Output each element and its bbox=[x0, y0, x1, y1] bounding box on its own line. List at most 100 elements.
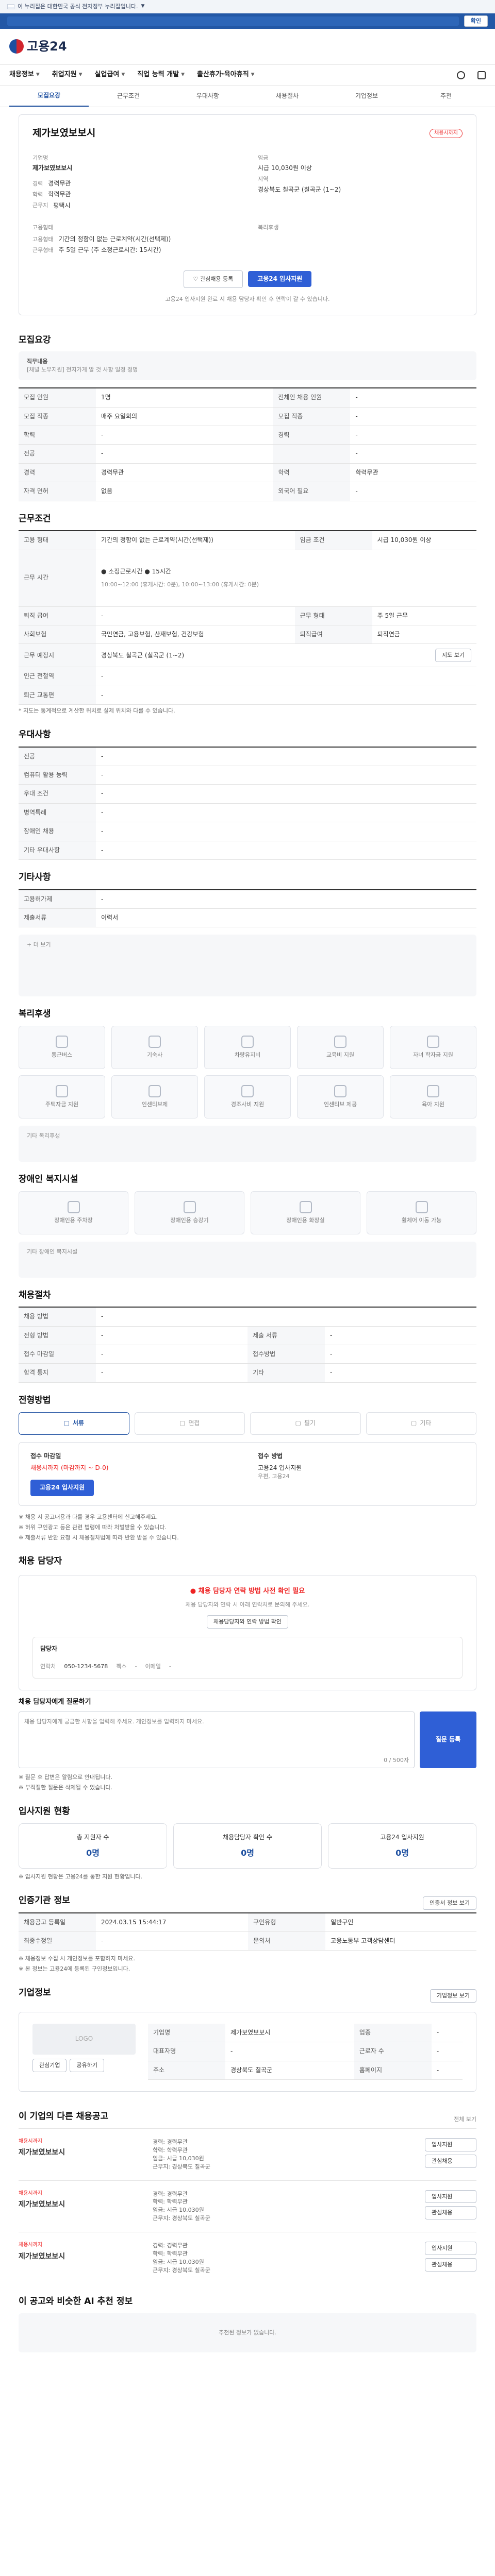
stat-total: 총 지원자 수 0명 bbox=[19, 1823, 167, 1869]
facility-label: 장애인용 주차장 bbox=[54, 1216, 93, 1224]
related-fav-button[interactable]: 관심채용 bbox=[425, 2258, 476, 2272]
gift-icon bbox=[241, 1085, 254, 1098]
cell-label: 장애인 채용 bbox=[19, 822, 96, 841]
cell-value: - bbox=[350, 444, 476, 464]
related-apply-button[interactable]: 입사지원 bbox=[425, 2190, 476, 2204]
cell-value: 시급 10,030원 이상 bbox=[372, 531, 476, 550]
heart-icon: ♡ bbox=[193, 275, 200, 282]
related-job[interactable]: 채용시까지 제가보였보보시 경력: 경력무관 학력: 학력무관 임금: 시급 10,0… bbox=[19, 2180, 476, 2232]
search-icon[interactable] bbox=[457, 71, 465, 79]
question-input[interactable]: 채용 담당자에게 궁금한 사항을 입력해 주세요. 개인정보를 입력하지 마세요… bbox=[19, 1711, 415, 1769]
contact-value: 050-1234-5678 bbox=[64, 1663, 108, 1670]
stats-row: 총 지원자 수 0명 채용담당자 확인 수 0명 고용24 입사지원 0명 bbox=[19, 1823, 476, 1869]
chevron-down-icon[interactable]: ▼ bbox=[141, 3, 145, 10]
info-label: 경력 bbox=[32, 180, 43, 187]
method-value-2: 우편, 고용24 bbox=[258, 1473, 290, 1480]
tab-recruit[interactable]: 모집요강 bbox=[9, 86, 89, 107]
cell-label: 고용 형태 bbox=[19, 531, 96, 550]
cert-button[interactable]: 인증서 정보 보기 bbox=[423, 1896, 476, 1910]
nav-item-training[interactable]: 직업 능력 개발 ▼ bbox=[137, 70, 185, 80]
related-line: 근무지: 경상북도 칠곡군 bbox=[153, 2163, 210, 2170]
nav-item-leave[interactable]: 출산휴가·육아휴직 ▼ bbox=[197, 70, 255, 80]
taegeuk-icon bbox=[9, 39, 24, 54]
deadline-value: 채용시까지 (마감까지 ~ D-0) bbox=[30, 1464, 109, 1471]
info-note: ※ 채용정보 수집 시 개인정보를 포함하지 마세요. bbox=[19, 1955, 135, 1962]
stat-value: 0명 bbox=[241, 1848, 254, 1858]
info-value: 학력무관 bbox=[48, 191, 71, 198]
cell-value: - bbox=[96, 841, 476, 860]
preference-section: 우대사항 전공 - 컴퓨터 활용 능력 - 우대 조건 - 병역특례 - 장애인 채용 -… bbox=[19, 717, 476, 860]
favorite-button[interactable]: ♡ 관심채용 등록 bbox=[183, 270, 243, 288]
apply-note: 고용24 입사지원 완료 시 채용 담당자 확인 후 연락이 갈 수 있습니다. bbox=[165, 295, 330, 302]
cell-value: - bbox=[350, 426, 476, 445]
employ-item-value: 주 5일 근무 (주 소정근로시간: 15시간) bbox=[58, 246, 161, 254]
tab-preference[interactable]: 우대사항 bbox=[168, 86, 248, 107]
company-logo: LOGO bbox=[32, 2023, 136, 2055]
fax-value: - bbox=[135, 1663, 137, 1670]
related-fav-button[interactable]: 관심채용 bbox=[425, 2154, 476, 2168]
manager-contact: 담당자 연락처 050-1234-5678 팩스 - 이메일 - bbox=[32, 1636, 463, 1679]
stat-viewed: 채용담당자 확인 수 0명 bbox=[173, 1823, 322, 1869]
related-job[interactable]: 채용시까지 제가보였보보시 경력: 경력무관 학력: 학력무관 임금: 시급 10,0… bbox=[19, 2128, 476, 2180]
tab-conditions[interactable]: 근무조건 bbox=[89, 86, 168, 107]
apply-button[interactable]: 고용24 입사지원 bbox=[248, 271, 312, 287]
related-apply-button[interactable]: 입사지원 bbox=[425, 2242, 476, 2256]
pencil-icon: ▢ bbox=[295, 1419, 301, 1427]
selection-table: 채용 방법 - 전형 방법 - 제출 서류 - 접수 마감일 - 접수방법 - 합격 통지 - 기… bbox=[19, 1307, 476, 1383]
question-submit-button[interactable]: 질문 등록 bbox=[420, 1711, 476, 1769]
scholarship-icon bbox=[427, 1036, 439, 1048]
facility-label: 휠체어 이동 가능 bbox=[401, 1216, 442, 1224]
gov-banner-text: 이 누리집은 대한민국 공식 전자정부 누리집입니다. bbox=[18, 3, 138, 10]
related-fav-button[interactable]: 관심채용 bbox=[425, 2206, 476, 2220]
company-fav-button[interactable]: 관심기업 bbox=[32, 2058, 67, 2072]
related-apply-button[interactable]: 입사지원 bbox=[425, 2138, 476, 2151]
company-info-button[interactable]: 기업정보 보기 bbox=[430, 1989, 476, 2003]
related-job[interactable]: 채용시까지 제가보였보보시 경력: 경력무관 학력: 학력무관 임금: 시급 10,0… bbox=[19, 2232, 476, 2284]
salary-label: 임금 bbox=[258, 154, 269, 161]
map-button[interactable]: 지도 보기 bbox=[435, 649, 471, 663]
share-button[interactable]: 공유하기 bbox=[70, 2058, 104, 2072]
cell-label: 제출서류 bbox=[19, 908, 96, 928]
menu-icon[interactable] bbox=[477, 71, 486, 79]
welfare-label: 인센티브제 bbox=[141, 1101, 168, 1108]
company-section: 기업정보 기업정보 보기 LOGO 관심기업 공유하기 기업명 제가보였보보시 업종 - … bbox=[19, 1975, 476, 2092]
check-contact-button[interactable]: 채용담당자와 연락 방법 확인 bbox=[207, 1615, 288, 1629]
cell-label: 전공 bbox=[19, 444, 96, 464]
site-logo[interactable]: 고용24 bbox=[9, 38, 67, 56]
gov-confirm-button[interactable]: 확인 bbox=[464, 15, 488, 27]
conditions-section: 근무조건 고용 형태 기간의 정함이 없는 근로계약(시간(선택제)) 임금 조건 시… bbox=[19, 501, 476, 715]
related-more-link[interactable]: 전체 보기 bbox=[454, 2115, 476, 2124]
nav-item-support[interactable]: 취업지원 ▼ bbox=[52, 70, 82, 80]
selection-section: 채용절차 채용 방법 - 전형 방법 - 제출 서류 - 접수 마감일 - 접수방법 - 합격… bbox=[19, 1278, 476, 1383]
cell-label: 자격 면허 bbox=[19, 482, 96, 501]
cell-value: - bbox=[96, 1326, 248, 1346]
cell-value: - bbox=[96, 822, 476, 841]
manager-label: 복리후생 bbox=[258, 224, 279, 231]
related-section: 이 기업의 다른 채용공고 전체 보기 채용시까지 제가보였보보시 경력: 경력무관… bbox=[19, 2099, 476, 2284]
cell-value: - bbox=[96, 1345, 248, 1364]
company-table: 기업명 제가보였보보시 업종 - 대표자명 - 근로자 수- 주소 경상북도 칠곡군 홈페이지… bbox=[148, 2023, 463, 2080]
etc-more[interactable]: + 더 보기 bbox=[19, 935, 476, 997]
work-hours-cell: ● 소정근로시간 ● 15시간 10:00~12:00 (휴게시간: 0분), 1… bbox=[96, 550, 476, 607]
cell-label bbox=[273, 444, 351, 464]
tab-process[interactable]: 채용절차 bbox=[248, 86, 327, 107]
tab-company[interactable]: 기업정보 bbox=[327, 86, 406, 107]
chevron-down-icon: ▼ bbox=[36, 72, 40, 77]
cell-label: 근무 예정지 bbox=[19, 643, 96, 668]
etc-table: 고용허가제 - 제출서류 이력서 bbox=[19, 889, 476, 928]
question-title: 채용 담당자에게 질문하기 bbox=[19, 1698, 91, 1706]
nav-item-jobs[interactable]: 채용정보 ▼ bbox=[9, 70, 40, 80]
cell-value: - bbox=[350, 388, 476, 408]
cell-label: 우대 조건 bbox=[19, 784, 96, 804]
elevator-icon bbox=[183, 1200, 196, 1213]
etc-icon: ▢ bbox=[411, 1419, 417, 1427]
cell-label: 기타 bbox=[248, 1363, 325, 1383]
job-summary-card: 제가보였보보시 채용시까지 기업명 제가보였보보시 경력 경력무관 학력 학력무관 근… bbox=[19, 114, 476, 315]
manager-name-label: 담당자 bbox=[40, 1645, 58, 1652]
apply-button-2[interactable]: 고용24 입사지원 bbox=[30, 1480, 94, 1496]
welfare-item: 인센티브제 bbox=[111, 1075, 198, 1119]
nav-item-benefit[interactable]: 실업급여 ▼ bbox=[95, 70, 125, 80]
tab-recommend[interactable]: 추천 bbox=[406, 86, 486, 107]
welfare-label: 주택자금 지원 bbox=[45, 1101, 79, 1108]
cell-label: 사회보험 bbox=[19, 625, 96, 645]
